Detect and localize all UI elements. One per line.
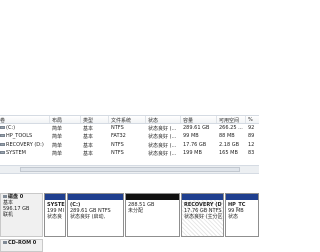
cell-free-space: 88 MB: [219, 133, 235, 139]
top-pane: [0, 0, 259, 110]
cell-free-space: 2.18 GB: [219, 142, 240, 148]
cell-filesystem: NTFS: [111, 125, 124, 131]
disk-0-label[interactable]: 磁盘 0 基本 596.17 GB 联机: [0, 193, 43, 237]
column-percent[interactable]: %: [245, 116, 253, 123]
cell-layout: 简单: [52, 126, 63, 132]
cell-capacity: 17.76 GB: [183, 142, 207, 148]
cell-filesystem: NTFS: [111, 142, 124, 148]
column-type[interactable]: 类型: [79, 116, 93, 124]
cell-volume: SYSTEM: [6, 150, 26, 156]
column-capacity[interactable]: 容量: [179, 116, 193, 124]
cdrom-icon: [3, 241, 7, 244]
cell-percent: 12: [248, 142, 255, 148]
column-filesystem[interactable]: 文件系统: [107, 116, 131, 124]
volume-icon: [0, 134, 5, 137]
cell-free-space: 165 MB: [219, 150, 238, 156]
cell-type: 基本: [83, 126, 94, 132]
partition-unallocated[interactable]: 288.51 GB 未分配: [125, 193, 180, 237]
cell-filesystem: FAT32: [111, 133, 126, 139]
cell-volume: (C:): [6, 125, 16, 131]
partition-c[interactable]: (C:) 289.61 GB NTFS 状态良好 (启动,: [67, 193, 124, 237]
horizontal-scrollbar[interactable]: [0, 165, 259, 174]
partition-status: 未分配: [128, 208, 144, 214]
cell-volume: HP_TOOLS: [6, 133, 33, 139]
column-status[interactable]: 状态: [144, 116, 158, 124]
volume-icon: [0, 126, 5, 129]
table-row[interactable]: SYSTEM 简单 基本 NTFS 状态良好 (... 199 MB 165 M…: [0, 149, 259, 157]
cell-type: 基本: [83, 143, 94, 149]
partition-status: 状态: [228, 214, 239, 220]
scrollbar-thumb[interactable]: [20, 167, 240, 172]
cell-layout: 简单: [52, 134, 63, 140]
volume-list-header: 卷 布局 类型 文件系统 状态 容量 可用空间 %: [0, 115, 259, 124]
cell-capacity: 199 MB: [183, 150, 202, 156]
partition-hp-tools[interactable]: HP_TC 99 MB 状态: [225, 193, 259, 237]
partition-recovery[interactable]: RECOVERY (D 17.76 GB NTFS 状态良好 (主分区: [181, 193, 224, 237]
cell-percent: 83: [248, 150, 255, 156]
cell-type: 基本: [83, 134, 94, 140]
cell-capacity: 289.61 GB: [183, 125, 210, 131]
cell-layout: 简单: [52, 143, 63, 149]
volume-icon: [0, 151, 5, 154]
cell-percent: 92: [248, 125, 255, 131]
cell-status: 状态良好 (...: [148, 134, 177, 140]
cdrom-0-label[interactable]: CD-ROM 0: [0, 239, 43, 252]
table-row[interactable]: RECOVERY (D:) 简单 基本 NTFS 状态良好 (... 17.76…: [0, 141, 259, 149]
column-layout[interactable]: 布局: [48, 116, 62, 124]
column-volume[interactable]: 卷: [0, 117, 5, 124]
partition-status: 状态良: [47, 214, 63, 220]
column-free-space[interactable]: 可用空间: [215, 116, 239, 124]
cell-volume: RECOVERY (D:): [6, 142, 44, 148]
cell-capacity: 99 MB: [183, 133, 199, 139]
cell-layout: 简单: [52, 151, 63, 157]
volume-icon: [0, 143, 5, 146]
cell-status: 状态良好 (...: [148, 126, 177, 132]
cell-status: 状态良好 (...: [148, 143, 177, 149]
cell-type: 基本: [83, 151, 94, 157]
partition-system[interactable]: SYSTEM 199 MI 状态良: [44, 193, 66, 237]
partition-status: 状态良好 (主分区: [184, 214, 223, 220]
table-row[interactable]: (C:) 简单 基本 NTFS 状态良好 (... 289.61 GB 266.…: [0, 124, 259, 132]
cell-free-space: 266.25 ...: [219, 125, 243, 131]
cdrom-name: CD-ROM 0: [8, 240, 37, 246]
cell-percent: 89: [248, 133, 255, 139]
partition-status: 状态良好 (启动,: [70, 214, 106, 220]
disk-status: 联机: [3, 212, 14, 218]
cell-status: 状态良好 (...: [148, 151, 177, 157]
cell-filesystem: NTFS: [111, 150, 124, 156]
disk-icon: [3, 195, 7, 198]
table-row[interactable]: HP_TOOLS 简单 基本 FAT32 状态良好 (... 99 MB 88 …: [0, 132, 259, 140]
